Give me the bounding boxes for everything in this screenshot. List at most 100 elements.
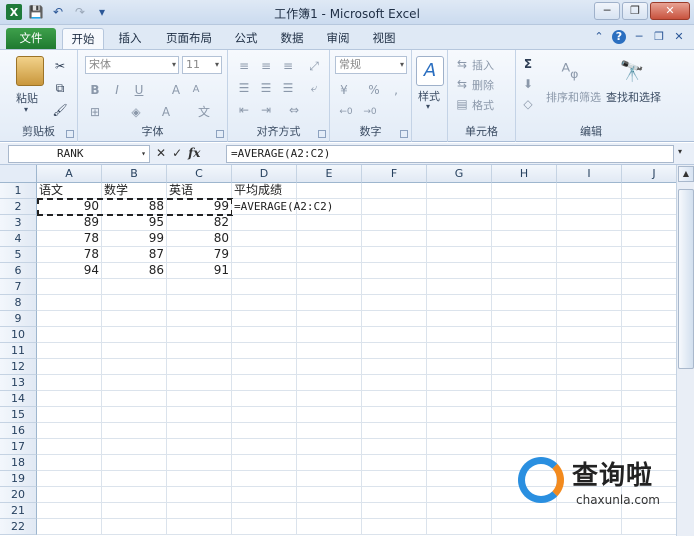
tab-file[interactable]: 文件 <box>6 28 56 49</box>
cell-g10[interactable] <box>427 327 492 343</box>
minimize-button[interactable]: ─ <box>594 2 620 20</box>
cancel-icon[interactable]: ✕ <box>156 146 166 160</box>
phonetic-icon[interactable]: 文 <box>196 104 212 120</box>
cell-h12[interactable] <box>492 359 557 375</box>
cell-c18[interactable] <box>167 455 232 471</box>
collapse-ribbon-icon[interactable]: ⌃ <box>592 30 606 44</box>
cell-i2[interactable] <box>557 199 622 215</box>
cell-a8[interactable] <box>37 295 102 311</box>
cell-e10[interactable] <box>297 327 362 343</box>
cell-h9[interactable] <box>492 311 557 327</box>
cell-e6[interactable] <box>297 263 362 279</box>
cell-i14[interactable] <box>557 391 622 407</box>
cell-e12[interactable] <box>297 359 362 375</box>
cell-c10[interactable] <box>167 327 232 343</box>
cell-c9[interactable] <box>167 311 232 327</box>
cell-j5[interactable] <box>622 247 676 263</box>
cell-j12[interactable] <box>622 359 676 375</box>
row-header-13[interactable]: 13 <box>0 375 37 391</box>
cell-j16[interactable] <box>622 423 676 439</box>
maximize-button[interactable]: ❐ <box>622 2 648 20</box>
cell-a15[interactable] <box>37 407 102 423</box>
cell-h17[interactable] <box>492 439 557 455</box>
cell-c1[interactable]: 英语 <box>167 183 232 199</box>
cell-e19[interactable] <box>297 471 362 487</box>
cell-f2[interactable] <box>362 199 427 215</box>
cell-e4[interactable] <box>297 231 362 247</box>
cell-f1[interactable] <box>362 183 427 199</box>
cell-e22[interactable] <box>297 519 362 535</box>
row-header-17[interactable]: 17 <box>0 439 37 455</box>
row-header-7[interactable]: 7 <box>0 279 37 295</box>
cell-i9[interactable] <box>557 311 622 327</box>
column-header-a[interactable]: A <box>37 165 102 183</box>
cell-b10[interactable] <box>102 327 167 343</box>
cell-f21[interactable] <box>362 503 427 519</box>
insert-function-icon[interactable]: fx <box>188 146 200 160</box>
cell-e16[interactable] <box>297 423 362 439</box>
cell-f17[interactable] <box>362 439 427 455</box>
cell-b9[interactable] <box>102 311 167 327</box>
styles-icon[interactable]: A <box>416 56 444 86</box>
expand-formula-bar-icon[interactable]: ▾ <box>678 147 690 161</box>
cell-i4[interactable] <box>557 231 622 247</box>
cell-c17[interactable] <box>167 439 232 455</box>
cell-a16[interactable] <box>37 423 102 439</box>
cell-b11[interactable] <box>102 343 167 359</box>
cell-b22[interactable] <box>102 519 167 535</box>
font-name-combo[interactable]: 宋体 ▾ <box>85 56 179 74</box>
cell-h22[interactable] <box>492 519 557 535</box>
cell-f16[interactable] <box>362 423 427 439</box>
cell-c14[interactable] <box>167 391 232 407</box>
cell-a22[interactable] <box>37 519 102 535</box>
clear-icon[interactable]: ◇ <box>520 96 536 112</box>
scroll-up-icon[interactable]: ▲ <box>678 166 694 182</box>
align-center-icon[interactable]: ☰ <box>258 80 274 96</box>
border-icon[interactable]: ⊞ <box>87 104 103 120</box>
cell-b5[interactable]: 87 <box>102 247 167 263</box>
underline-icon[interactable]: U <box>131 82 147 98</box>
cell-g17[interactable] <box>427 439 492 455</box>
cell-a14[interactable] <box>37 391 102 407</box>
cell-a17[interactable] <box>37 439 102 455</box>
doc-close-icon[interactable]: ✕ <box>672 30 686 44</box>
delete-cells-button[interactable]: 删除 <box>472 77 494 93</box>
cell-f13[interactable] <box>362 375 427 391</box>
cell-i1[interactable] <box>557 183 622 199</box>
cell-d14[interactable] <box>232 391 297 407</box>
cell-d10[interactable] <box>232 327 297 343</box>
cell-a6[interactable]: 94 <box>37 263 102 279</box>
paste-button[interactable]: 粘贴 <box>16 90 38 106</box>
row-header-10[interactable]: 10 <box>0 327 37 343</box>
sort-filter-icon[interactable]: ᴬᵩ <box>556 56 584 86</box>
cell-i3[interactable] <box>557 215 622 231</box>
cell-f14[interactable] <box>362 391 427 407</box>
cell-f10[interactable] <box>362 327 427 343</box>
format-cells-button[interactable]: 格式 <box>472 97 494 113</box>
cell-d13[interactable] <box>232 375 297 391</box>
cell-e20[interactable] <box>297 487 362 503</box>
cell-d18[interactable] <box>232 455 297 471</box>
column-header-d[interactable]: D <box>232 165 297 183</box>
cell-c11[interactable] <box>167 343 232 359</box>
cell-a5[interactable]: 78 <box>37 247 102 263</box>
row-header-16[interactable]: 16 <box>0 423 37 439</box>
row-header-9[interactable]: 9 <box>0 311 37 327</box>
cell-e5[interactable] <box>297 247 362 263</box>
cell-b12[interactable] <box>102 359 167 375</box>
cell-a2[interactable]: 90 <box>37 199 102 215</box>
doc-restore-icon[interactable]: ❐ <box>652 30 666 44</box>
cell-a18[interactable] <box>37 455 102 471</box>
cell-f4[interactable] <box>362 231 427 247</box>
cell-i17[interactable] <box>557 439 622 455</box>
comma-icon[interactable]: , <box>388 82 404 98</box>
row-header-8[interactable]: 8 <box>0 295 37 311</box>
cell-d6[interactable] <box>232 263 297 279</box>
cell-g20[interactable] <box>427 487 492 503</box>
cell-a7[interactable] <box>37 279 102 295</box>
cell-a11[interactable] <box>37 343 102 359</box>
cell-j14[interactable] <box>622 391 676 407</box>
cell-h6[interactable] <box>492 263 557 279</box>
cell-c16[interactable] <box>167 423 232 439</box>
column-header-h[interactable]: H <box>492 165 557 183</box>
